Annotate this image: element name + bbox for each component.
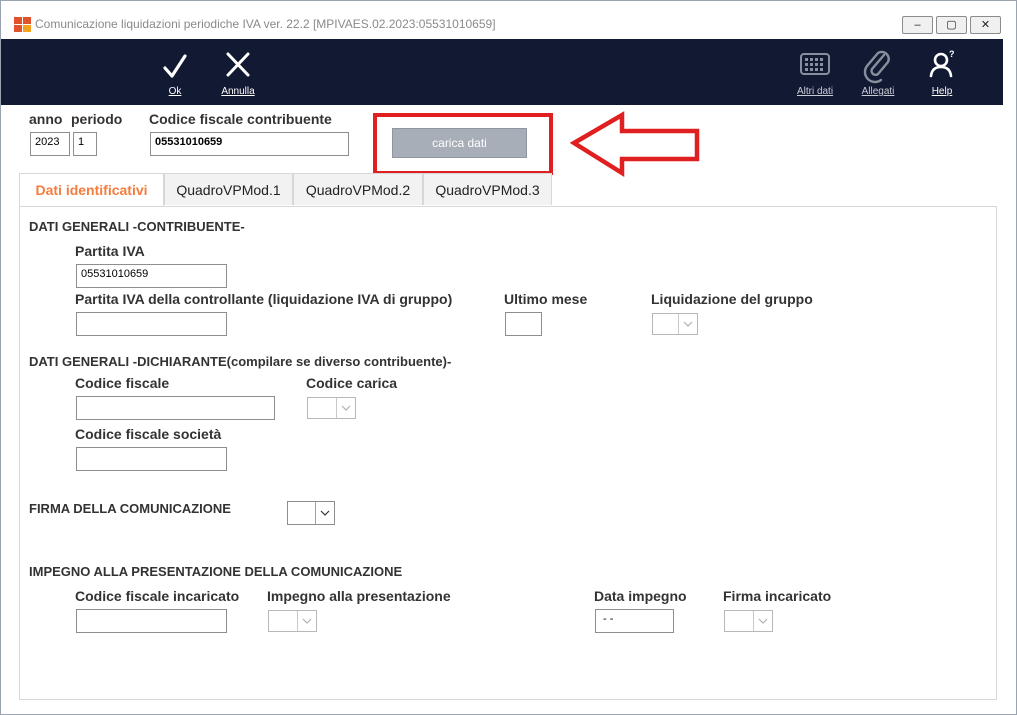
piva-controllante-label: Partita IVA della controllante (liquidaz… [75,291,453,307]
red-arrow-icon [569,111,700,178]
paperclip-icon [863,50,890,84]
help-button[interactable]: ? Help [922,39,962,105]
cf-incaricato-label: Codice fiscale incaricato [75,588,240,604]
highlight-box [373,113,553,175]
ok-label: Ok [168,86,182,97]
annulla-button[interactable]: Annulla [215,39,261,105]
cf-contribuente-label: Codice fiscale contribuente [149,111,332,127]
impegno-presentazione-select[interactable] [268,610,317,632]
x-icon [226,52,250,77]
chevron-down-icon [678,314,697,334]
maximize-button[interactable]: ▢ [936,16,967,34]
section-contribuente-title: DATI GENERALI -CONTRIBUENTE- [29,219,245,234]
app-window: Comunicazione liquidazioni periodiche IV… [0,0,1017,715]
minimize-icon: – [914,19,921,31]
chevron-down-icon [753,611,772,631]
allegati-button[interactable]: Allegati [854,39,902,105]
codice-fiscale-label: Codice fiscale [75,375,170,391]
data-impegno-label: Data impegno [594,588,687,604]
window-title: Comunicazione liquidazioni periodiche IV… [35,17,496,31]
partita-iva-label: Partita IVA [75,243,145,259]
ultimo-mese-label: Ultimo mese [504,291,588,307]
altri-dati-label: Altri dati [796,86,834,97]
svg-text:?: ? [949,49,955,59]
section-dichiarante-title: DATI GENERALI -DICHIARANTE(compilare se … [29,354,452,369]
codice-fiscale-field[interactable] [76,396,275,420]
help-label: Help [931,86,953,97]
cf-incaricato-field[interactable] [76,609,227,633]
close-button[interactable]: ✕ [970,16,1001,34]
section-impegno-title: IMPEGNO ALLA PRESENTAZIONE DELLA COMUNIC… [29,564,403,579]
liquidazione-gruppo-label: Liquidazione del gruppo [651,291,813,307]
codice-carica-label: Codice carica [306,375,398,391]
codice-carica-select[interactable] [307,397,356,419]
ultimo-mese-field[interactable] [505,312,542,336]
allegati-label: Allegati [861,86,895,97]
chevron-down-icon [336,398,355,418]
firma-incaricato-select[interactable] [724,610,773,632]
periodo-label: periodo [71,111,123,127]
cf-societa-label: Codice fiscale società [75,426,222,442]
altri-dati-button[interactable]: Altri dati [790,39,840,105]
maximize-icon: ▢ [946,19,957,31]
piva-controllante-field[interactable] [76,312,227,336]
toolbar: Ok Annulla Altri dati Allegati ? Help [1,39,1003,105]
tab-dati-identificativi[interactable]: Dati identificativi [19,173,164,207]
data-impegno-field[interactable]: - - [595,609,674,633]
app-logo-icon [14,17,32,33]
section-firma-title: FIRMA DELLA COMUNICAZIONE [29,501,231,516]
chevron-down-icon [297,611,316,631]
partita-iva-field[interactable]: 05531010659 [76,264,227,288]
ok-button[interactable]: Ok [156,39,194,105]
help-person-icon: ? [929,49,955,78]
keypad-icon [800,53,830,75]
cf-contribuente-field[interactable]: 05531010659 [150,132,349,156]
impegno-presentazione-label: Impegno alla presentazione [267,588,451,604]
periodo-field[interactable]: 1 [73,132,97,156]
chevron-down-icon [315,502,334,524]
anno-field[interactable]: 2023 [30,132,70,156]
liquidazione-gruppo-select[interactable] [652,313,698,335]
firma-comunicazione-select[interactable] [287,501,335,525]
tab-quadro-vp-mod-1[interactable]: QuadroVPMod.1 [164,173,293,205]
tab-quadro-vp-mod-3[interactable]: QuadroVPMod.3 [423,173,552,205]
title-bar: Comunicazione liquidazioni periodiche IV… [1,1,1016,39]
tab-quadro-vp-mod-2[interactable]: QuadroVPMod.2 [293,173,423,205]
anno-label: anno [29,111,63,127]
firma-incaricato-label: Firma incaricato [723,588,832,604]
check-icon [163,54,187,78]
close-icon: ✕ [980,19,991,31]
minimize-button[interactable]: – [902,16,933,34]
annulla-label: Annulla [221,86,255,97]
cf-societa-field[interactable] [76,447,227,471]
